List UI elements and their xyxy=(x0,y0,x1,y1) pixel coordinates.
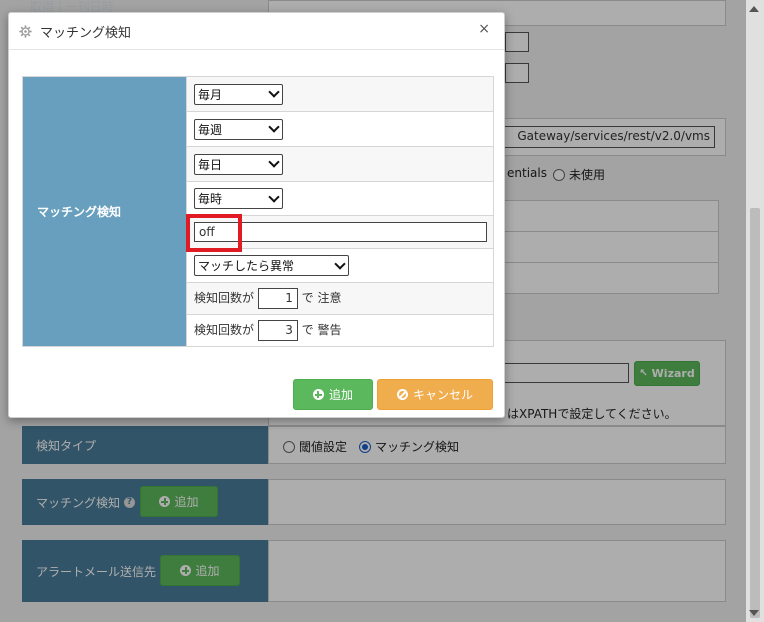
add-button[interactable]: 追加 xyxy=(293,379,373,410)
scroll-thumb[interactable] xyxy=(750,208,760,618)
warning-count-input[interactable]: 3 xyxy=(257,320,298,341)
hour-select-value: 毎時 xyxy=(198,192,223,206)
cancel-button[interactable]: キャンセル xyxy=(377,379,493,410)
warning-mid: で xyxy=(301,323,314,337)
caution-count-input[interactable]: 1 xyxy=(257,288,298,309)
week-select-value: 毎週 xyxy=(198,122,223,137)
dialog-header: マッチング検知 × xyxy=(9,13,504,50)
match-mode-value: マッチしたら異常 xyxy=(198,259,295,273)
week-cell: 毎週 xyxy=(186,111,494,147)
add-button-label: 追加 xyxy=(328,388,353,402)
chevron-down-icon xyxy=(334,257,346,270)
matching-dialog: マッチング検知 × マッチング検知 毎月 毎週 毎日 毎時 off マッチしたら… xyxy=(8,12,505,418)
warning-suffix: 警告 xyxy=(317,323,342,337)
month-cell: 毎月 xyxy=(186,76,494,112)
chevron-down-icon xyxy=(268,86,280,98)
caution-suffix: 注意 xyxy=(317,291,342,305)
day-select[interactable]: 毎日 xyxy=(194,153,283,175)
dialog-title: マッチング検知 xyxy=(40,25,132,41)
week-select[interactable]: 毎週 xyxy=(194,118,283,140)
hour-select[interactable]: 毎時 xyxy=(194,188,283,209)
scrollbar[interactable] xyxy=(746,0,764,622)
warning-cell: 検知回数が 3 で 警告 xyxy=(186,314,494,347)
chevron-down-icon xyxy=(268,190,280,203)
match-mode-select[interactable]: マッチしたら異常 xyxy=(194,255,349,276)
chevron-down-icon xyxy=(268,121,280,133)
gear-icon xyxy=(19,24,32,38)
ban-icon xyxy=(396,389,408,400)
matching-row-label: マッチング検知 xyxy=(22,76,187,347)
day-cell: 毎日 xyxy=(186,146,494,182)
hour-cell: 毎時 xyxy=(186,181,494,216)
day-select-value: 毎日 xyxy=(198,157,223,172)
month-select[interactable]: 毎月 xyxy=(194,83,283,105)
plus-circle-icon xyxy=(312,389,324,400)
cancel-button-label: キャンセル xyxy=(412,388,473,402)
match-mode-cell: マッチしたら異常 xyxy=(186,248,494,283)
matching-form-table: マッチング検知 毎月 毎週 毎日 毎時 off マッチしたら異常 検知回数が 1… xyxy=(22,76,494,347)
caution-prefix: 検知回数が xyxy=(194,291,255,305)
warning-prefix: 検知回数が xyxy=(194,323,255,337)
close-icon[interactable]: × xyxy=(478,21,490,37)
highlight-box xyxy=(186,214,242,252)
month-select-value: 毎月 xyxy=(198,87,223,102)
scroll-up-icon[interactable] xyxy=(749,6,759,12)
caution-cell: 検知回数が 1 で 注意 xyxy=(186,282,494,315)
chevron-down-icon xyxy=(268,156,280,168)
scroll-down-icon[interactable] xyxy=(749,610,759,616)
caution-mid: で xyxy=(301,291,314,305)
